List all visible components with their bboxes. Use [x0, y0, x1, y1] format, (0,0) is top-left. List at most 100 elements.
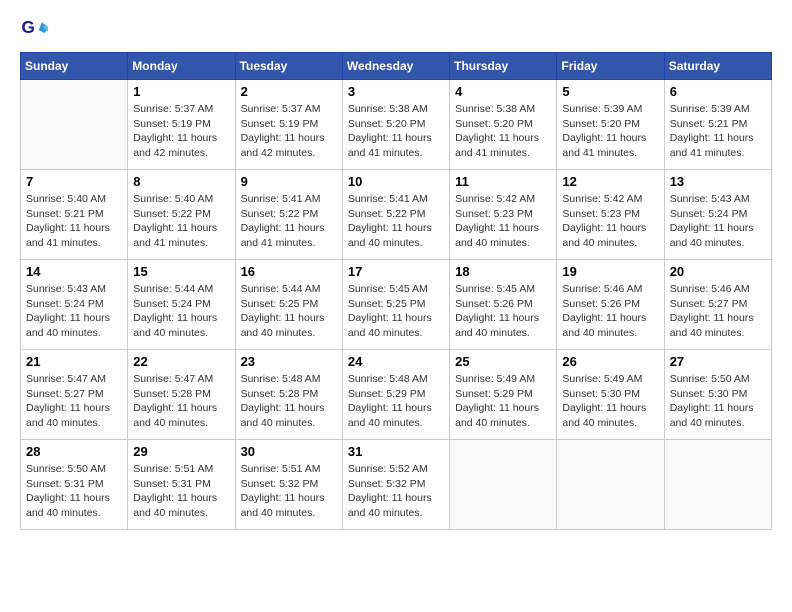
- calendar-cell: 17Sunrise: 5:45 AM Sunset: 5:25 PM Dayli…: [342, 260, 449, 350]
- calendar-cell: 30 Sunrise: 5:51 AM Sunset: 5:32 PM Dayli…: [235, 440, 342, 530]
- header-wednesday: Wednesday: [342, 53, 449, 80]
- week-row-4: 21Sunrise: 5:47 AM Sunset: 5:27 PM Dayli…: [21, 350, 772, 440]
- calendar-cell: 12Sunrise: 5:42 AM Sunset: 5:23 PM Dayli…: [557, 170, 664, 260]
- day-number: 20: [670, 264, 766, 279]
- day-info: Sunrise: 5:49 AM Sunset: 5:30 PM Dayligh…: [562, 372, 658, 431]
- day-info: Sunrise: 5:46 AM Sunset: 5:26 PM Dayligh…: [562, 282, 658, 341]
- header-saturday: Saturday: [664, 53, 771, 80]
- day-number: 26: [562, 354, 658, 369]
- day-number: 18: [455, 264, 551, 279]
- day-number: 2: [241, 84, 337, 99]
- calendar-cell: 16 Sunrise: 5:44 AM Sunset: 5:25 PM Dayli…: [235, 260, 342, 350]
- day-number: 12: [562, 174, 658, 189]
- day-info: Sunrise: 5:51 AM Sunset: 5:31 PM Dayligh…: [133, 462, 229, 521]
- day-number: 1: [133, 84, 229, 99]
- calendar-cell: 19 Sunrise: 5:46 AM Sunset: 5:26 PM Dayli…: [557, 260, 664, 350]
- calendar-cell: 18 Sunrise: 5:45 AM Sunset: 5:26 PM Dayli…: [450, 260, 557, 350]
- day-number: 23: [241, 354, 337, 369]
- day-number: 22: [133, 354, 229, 369]
- calendar-cell: 29 Sunrise: 5:51 AM Sunset: 5:31 PM Dayli…: [128, 440, 235, 530]
- week-row-2: 7 Sunrise: 5:40 AM Sunset: 5:21 PM Daylig…: [21, 170, 772, 260]
- calendar-cell: 8 Sunrise: 5:40 AM Sunset: 5:22 PM Daylig…: [128, 170, 235, 260]
- calendar-cell: 3 Sunrise: 5:38 AM Sunset: 5:20 PM Daylig…: [342, 80, 449, 170]
- day-number: 29: [133, 444, 229, 459]
- week-row-5: 28Sunrise: 5:50 AM Sunset: 5:31 PM Dayli…: [21, 440, 772, 530]
- day-info: Sunrise: 5:45 AM Sunset: 5:26 PM Dayligh…: [455, 282, 551, 341]
- calendar-cell: 11 Sunrise: 5:42 AM Sunset: 5:23 PM Dayli…: [450, 170, 557, 260]
- week-row-1: 1Sunrise: 5:37 AM Sunset: 5:19 PM Daylig…: [21, 80, 772, 170]
- day-info: Sunrise: 5:44 AM Sunset: 5:24 PM Dayligh…: [133, 282, 229, 341]
- day-info: Sunrise: 5:41 AM Sunset: 5:22 PM Dayligh…: [348, 192, 444, 251]
- day-info: Sunrise: 5:41 AM Sunset: 5:22 PM Dayligh…: [241, 192, 337, 251]
- calendar-cell: [664, 440, 771, 530]
- day-number: 25: [455, 354, 551, 369]
- day-info: Sunrise: 5:38 AM Sunset: 5:20 PM Dayligh…: [348, 102, 444, 161]
- day-info: Sunrise: 5:43 AM Sunset: 5:24 PM Dayligh…: [26, 282, 122, 341]
- calendar-cell: 28Sunrise: 5:50 AM Sunset: 5:31 PM Dayli…: [21, 440, 128, 530]
- calendar-cell: 13 Sunrise: 5:43 AM Sunset: 5:24 PM Dayli…: [664, 170, 771, 260]
- calendar-cell: 2Sunrise: 5:37 AM Sunset: 5:19 PM Daylig…: [235, 80, 342, 170]
- calendar-cell: [557, 440, 664, 530]
- calendar-cell: 6 Sunrise: 5:39 AM Sunset: 5:21 PM Daylig…: [664, 80, 771, 170]
- day-info: Sunrise: 5:48 AM Sunset: 5:29 PM Dayligh…: [348, 372, 444, 431]
- header-sunday: Sunday: [21, 53, 128, 80]
- day-number: 7: [26, 174, 122, 189]
- day-number: 6: [670, 84, 766, 99]
- day-number: 13: [670, 174, 766, 189]
- calendar-cell: 21Sunrise: 5:47 AM Sunset: 5:27 PM Dayli…: [21, 350, 128, 440]
- calendar-cell: 9 Sunrise: 5:41 AM Sunset: 5:22 PM Daylig…: [235, 170, 342, 260]
- week-row-3: 14 Sunrise: 5:43 AM Sunset: 5:24 PM Dayli…: [21, 260, 772, 350]
- day-number: 4: [455, 84, 551, 99]
- day-info: Sunrise: 5:50 AM Sunset: 5:31 PM Dayligh…: [26, 462, 122, 521]
- header-monday: Monday: [128, 53, 235, 80]
- day-number: 30: [241, 444, 337, 459]
- day-number: 5: [562, 84, 658, 99]
- calendar-cell: 23 Sunrise: 5:48 AM Sunset: 5:28 PM Dayli…: [235, 350, 342, 440]
- calendar-cell: 7 Sunrise: 5:40 AM Sunset: 5:21 PM Daylig…: [21, 170, 128, 260]
- calendar-cell: 5 Sunrise: 5:39 AM Sunset: 5:20 PM Daylig…: [557, 80, 664, 170]
- calendar-cell: 26 Sunrise: 5:49 AM Sunset: 5:30 PM Dayli…: [557, 350, 664, 440]
- day-info: Sunrise: 5:45 AM Sunset: 5:25 PM Dayligh…: [348, 282, 444, 341]
- calendar-table: SundayMondayTuesdayWednesdayThursdayFrid…: [20, 52, 772, 530]
- calendar-cell: 14 Sunrise: 5:43 AM Sunset: 5:24 PM Dayli…: [21, 260, 128, 350]
- day-number: 3: [348, 84, 444, 99]
- day-number: 31: [348, 444, 444, 459]
- day-info: Sunrise: 5:47 AM Sunset: 5:27 PM Dayligh…: [26, 372, 122, 431]
- day-info: Sunrise: 5:42 AM Sunset: 5:23 PM Dayligh…: [455, 192, 551, 251]
- calendar-cell: 31 Sunrise: 5:52 AM Sunset: 5:32 PM Dayli…: [342, 440, 449, 530]
- day-number: 16: [241, 264, 337, 279]
- day-number: 9: [241, 174, 337, 189]
- logo-icon: G: [20, 16, 48, 44]
- day-number: 27: [670, 354, 766, 369]
- calendar-cell: 10Sunrise: 5:41 AM Sunset: 5:22 PM Dayli…: [342, 170, 449, 260]
- day-info: Sunrise: 5:39 AM Sunset: 5:21 PM Dayligh…: [670, 102, 766, 161]
- calendar-cell: 25Sunrise: 5:49 AM Sunset: 5:29 PM Dayli…: [450, 350, 557, 440]
- day-number: 14: [26, 264, 122, 279]
- day-info: Sunrise: 5:40 AM Sunset: 5:21 PM Dayligh…: [26, 192, 122, 251]
- svg-text:G: G: [22, 18, 35, 37]
- calendar-cell: 15Sunrise: 5:44 AM Sunset: 5:24 PM Dayli…: [128, 260, 235, 350]
- day-info: Sunrise: 5:52 AM Sunset: 5:32 PM Dayligh…: [348, 462, 444, 521]
- day-number: 24: [348, 354, 444, 369]
- day-info: Sunrise: 5:50 AM Sunset: 5:30 PM Dayligh…: [670, 372, 766, 431]
- day-info: Sunrise: 5:40 AM Sunset: 5:22 PM Dayligh…: [133, 192, 229, 251]
- day-info: Sunrise: 5:43 AM Sunset: 5:24 PM Dayligh…: [670, 192, 766, 251]
- day-number: 8: [133, 174, 229, 189]
- logo: G: [20, 16, 52, 44]
- day-info: Sunrise: 5:46 AM Sunset: 5:27 PM Dayligh…: [670, 282, 766, 341]
- calendar-cell: 27 Sunrise: 5:50 AM Sunset: 5:30 PM Dayli…: [664, 350, 771, 440]
- day-info: Sunrise: 5:51 AM Sunset: 5:32 PM Dayligh…: [241, 462, 337, 521]
- calendar-cell: 24 Sunrise: 5:48 AM Sunset: 5:29 PM Dayli…: [342, 350, 449, 440]
- day-info: Sunrise: 5:39 AM Sunset: 5:20 PM Dayligh…: [562, 102, 658, 161]
- calendar-cell: [450, 440, 557, 530]
- header-friday: Friday: [557, 53, 664, 80]
- calendar-cell: 4 Sunrise: 5:38 AM Sunset: 5:20 PM Daylig…: [450, 80, 557, 170]
- calendar-header: SundayMondayTuesdayWednesdayThursdayFrid…: [21, 53, 772, 80]
- day-number: 11: [455, 174, 551, 189]
- day-number: 19: [562, 264, 658, 279]
- day-info: Sunrise: 5:44 AM Sunset: 5:25 PM Dayligh…: [241, 282, 337, 341]
- calendar-cell: 20 Sunrise: 5:46 AM Sunset: 5:27 PM Dayli…: [664, 260, 771, 350]
- day-info: Sunrise: 5:48 AM Sunset: 5:28 PM Dayligh…: [241, 372, 337, 431]
- header-tuesday: Tuesday: [235, 53, 342, 80]
- day-info: Sunrise: 5:38 AM Sunset: 5:20 PM Dayligh…: [455, 102, 551, 161]
